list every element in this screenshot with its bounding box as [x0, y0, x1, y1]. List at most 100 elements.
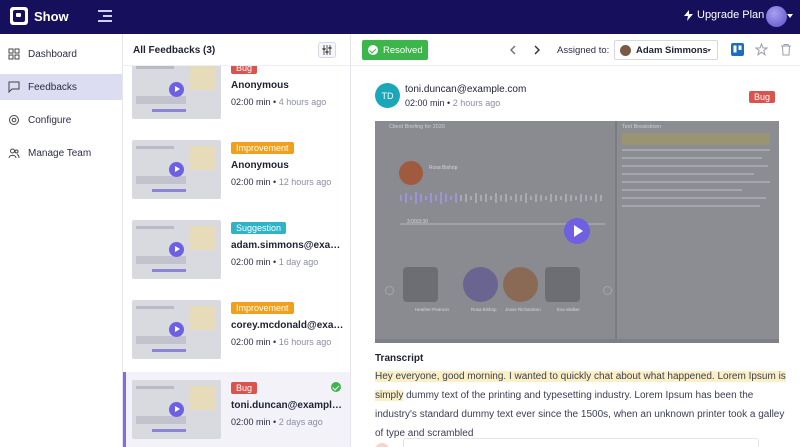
- duration-text: 02:00 min: [231, 257, 271, 267]
- feedback-card[interactable]: Suggestion adam.simmons@example.com 02:0…: [123, 212, 350, 292]
- duration-text: 02:00 min: [231, 97, 271, 107]
- reporter-email: toni.duncan@example.com: [405, 84, 527, 95]
- participant-tile[interactable]: [463, 267, 498, 302]
- transcript-body: dummy text of the printing and typesetti…: [375, 390, 785, 439]
- lightning-icon: [684, 9, 693, 21]
- next-button[interactable]: [529, 42, 545, 58]
- feedback-detail: Resolved Assigned to: Adam Simmons TD to…: [351, 34, 800, 447]
- assignee-select[interactable]: Adam Simmons: [614, 40, 718, 60]
- play-icon[interactable]: [169, 322, 184, 337]
- video-seek-strip[interactable]: [375, 339, 779, 343]
- sidebar-item-manage-team[interactable]: Manage Team: [0, 140, 122, 166]
- chevron-down-icon[interactable]: [787, 14, 793, 18]
- sidebar-item-configure[interactable]: Configure: [0, 107, 122, 133]
- check-circle-icon: [368, 45, 378, 55]
- feedback-user: corey.mcdonald@example.com: [231, 320, 345, 331]
- app-name: Show: [34, 9, 69, 24]
- tag-badge: Suggestion: [231, 222, 287, 234]
- video-thumbnail: [132, 300, 221, 359]
- detail-toolbar: Resolved Assigned to: Adam Simmons: [351, 34, 800, 66]
- chevron-left-icon: [510, 45, 516, 55]
- sidebar-item-feedbacks[interactable]: Feedbacks: [0, 74, 122, 100]
- time-ago: 16 hours ago: [278, 337, 332, 347]
- resolved-button[interactable]: Resolved: [362, 40, 428, 60]
- resolved-label: Resolved: [383, 44, 423, 56]
- time-ago: 2 hours ago: [452, 98, 501, 108]
- feedback-user: Anonymous: [231, 160, 289, 171]
- time-ago: 2 days ago: [278, 417, 323, 427]
- gear-icon: [8, 114, 20, 126]
- play-icon[interactable]: [169, 242, 184, 257]
- video-transcript-panel: Text Breakdown: [617, 121, 779, 343]
- time-ago: 1 day ago: [278, 257, 319, 267]
- chevron-right-icon: [534, 45, 540, 55]
- play-button[interactable]: [564, 218, 590, 244]
- participant-name: Jesse Richardson: [505, 307, 541, 312]
- upgrade-plan-button[interactable]: Upgrade Plan: [684, 9, 764, 21]
- feedback-meta: 02:00 min • 12 hours ago: [231, 177, 332, 187]
- video-thumbnail: [132, 380, 221, 439]
- comment-input[interactable]: [403, 438, 759, 447]
- speaker-avatar: [399, 161, 423, 185]
- participant-tile[interactable]: [403, 267, 438, 302]
- carousel-right-icon[interactable]: [603, 286, 612, 295]
- video-thumbnail: [132, 60, 221, 119]
- participant-tile[interactable]: [503, 267, 538, 302]
- previous-button[interactable]: [505, 42, 521, 58]
- reporter-meta: 02:00 min • 2 hours ago: [405, 98, 501, 108]
- participant-name: Heather Pearson: [415, 307, 450, 312]
- participant-name: Eva Walker: [557, 307, 580, 312]
- duration-text: 02:00 min: [405, 98, 445, 108]
- feedback-meta: 02:00 min • 1 day ago: [231, 257, 319, 267]
- time-ago: 12 hours ago: [278, 177, 332, 187]
- feedback-card[interactable]: Improvement corey.mcdonald@example.com 0…: [123, 292, 350, 372]
- participant-name: Rosa Bishop: [471, 307, 497, 312]
- user-avatar[interactable]: [766, 6, 787, 27]
- grid-icon: [8, 48, 20, 60]
- feedback-list: All Feedbacks (3) Bug Anonymous 02:00 mi…: [123, 34, 351, 447]
- feedback-list-title: All Feedbacks (3): [133, 45, 216, 56]
- chevron-down-icon: [707, 49, 711, 52]
- audio-waveform: [400, 192, 602, 204]
- app-logo-icon[interactable]: [10, 7, 28, 25]
- video-player[interactable]: Client Briefing for 2020 Rosa Bishop 3:0…: [375, 121, 779, 343]
- duration-text: 02:00 min: [231, 177, 271, 187]
- team-icon: [8, 147, 20, 159]
- filter-button[interactable]: [318, 42, 336, 58]
- feedback-card[interactable]: Improvement Anonymous 02:00 min • 12 hou…: [123, 132, 350, 212]
- feedback-card-selected[interactable]: Bug toni.duncan@example.com 02:00 min • …: [123, 372, 350, 447]
- carousel-left-icon[interactable]: [385, 286, 394, 295]
- sidebar-item-label: Manage Team: [28, 147, 92, 159]
- star-icon[interactable]: [754, 42, 768, 56]
- chat-icon: [8, 81, 20, 93]
- speaker-name: Rosa Bishop: [429, 165, 458, 171]
- reporter-avatar: TD: [375, 83, 400, 108]
- tag-badge: Improvement: [231, 302, 294, 314]
- feedback-user: Anonymous: [231, 80, 289, 91]
- duration-text: 02:00 min: [231, 417, 271, 427]
- feedback-meta: 02:00 min • 16 hours ago: [231, 337, 332, 347]
- trash-icon[interactable]: [779, 42, 793, 56]
- tag-badge: Improvement: [231, 142, 294, 154]
- tag-badge: Bug: [749, 91, 776, 103]
- feedback-user: toni.duncan@example.com: [231, 400, 345, 411]
- video-thumbnail: [132, 220, 221, 279]
- transcript-heading: Transcript: [375, 353, 424, 364]
- assignee-name: Adam Simmons: [636, 44, 708, 56]
- feedback-meta: 02:00 min • 4 hours ago: [231, 97, 327, 107]
- menu-toggle-icon[interactable]: [98, 10, 112, 22]
- feedback-meta: 02:00 min • 2 days ago: [231, 417, 323, 427]
- upgrade-plan-label: Upgrade Plan: [697, 9, 765, 21]
- resolved-check-icon: [331, 382, 341, 392]
- time-ago: 4 hours ago: [278, 97, 327, 107]
- play-icon[interactable]: [169, 82, 184, 97]
- commenter-avatar: [375, 443, 389, 447]
- trello-icon[interactable]: [730, 42, 744, 56]
- sidebar-item-dashboard[interactable]: Dashboard: [0, 41, 122, 67]
- video-thumbnail: [132, 140, 221, 199]
- participant-tile[interactable]: [545, 267, 580, 302]
- play-icon[interactable]: [169, 162, 184, 177]
- duration-text: 02:00 min: [231, 337, 271, 347]
- play-icon[interactable]: [169, 402, 184, 417]
- sidebar-item-label: Dashboard: [28, 48, 77, 60]
